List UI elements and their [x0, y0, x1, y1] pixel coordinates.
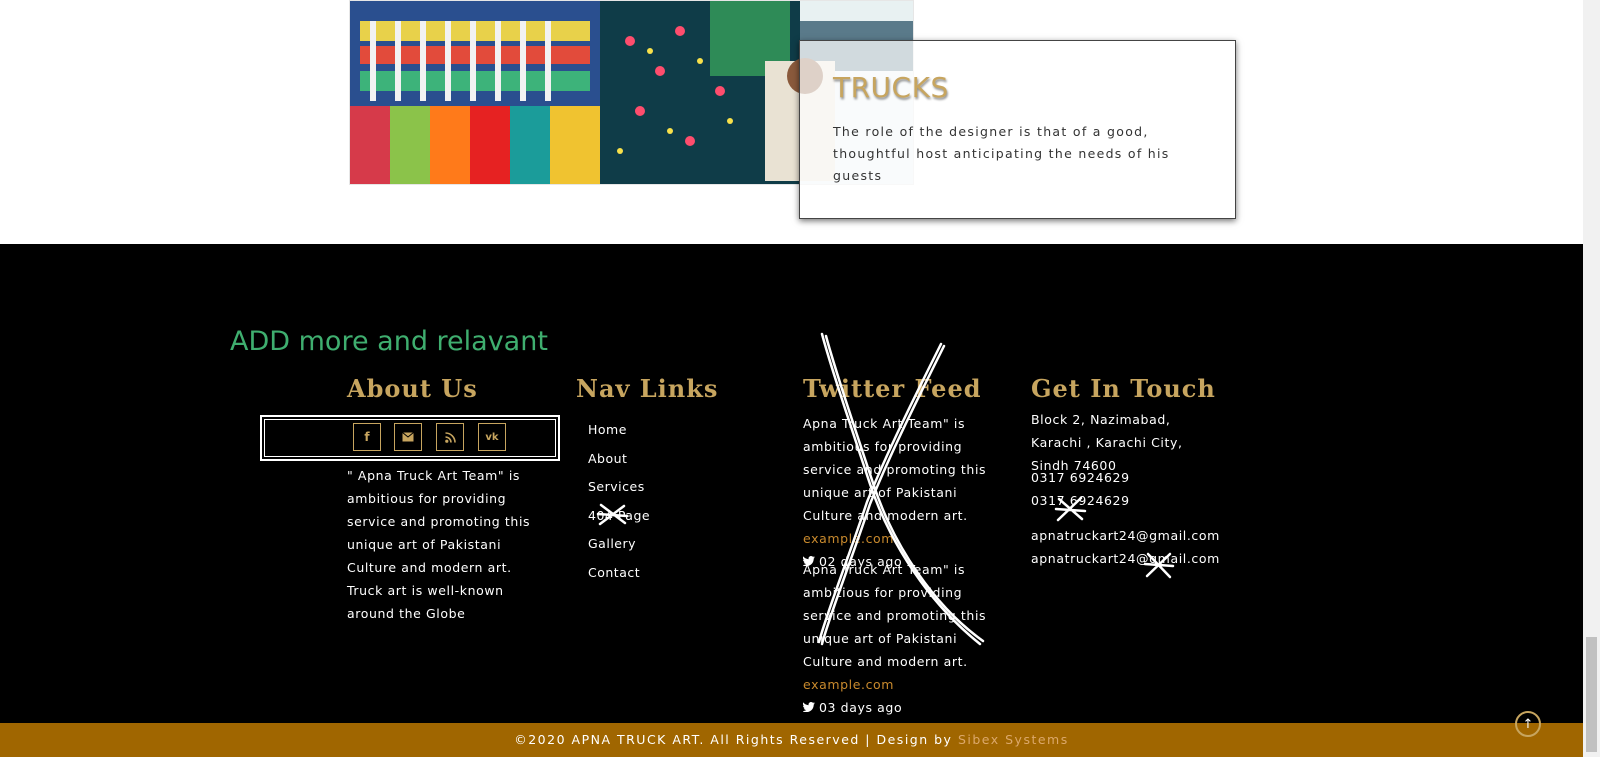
- nav-links-list: Home About Services 404 Page Gallery Con…: [588, 422, 650, 594]
- tweet-text: Apna Truck Art Team" is ambitious for pr…: [803, 416, 987, 523]
- scroll-to-top-button[interactable]: ↑: [1515, 711, 1541, 737]
- scrollbar-thumb[interactable]: [1586, 637, 1597, 752]
- card-description: The role of the designer is that of a go…: [833, 124, 1170, 183]
- tweet-item: Apna Truck Art Team" is ambitious for pr…: [803, 558, 1008, 719]
- footer: ADD more and relavant About Us Nav Links…: [0, 244, 1583, 723]
- about-us-title: About Us: [347, 374, 478, 403]
- tweet-link[interactable]: example.com: [803, 677, 894, 692]
- copyright-bar: ©2020 APNA TRUCK ART. All Rights Reserve…: [0, 723, 1583, 757]
- contact-phone[interactable]: 0317 6924629: [1031, 489, 1130, 512]
- facebook-icon[interactable]: f: [353, 423, 381, 451]
- about-us-text: " Apna Truck Art Team" is ambitious for …: [347, 468, 531, 621]
- page-scrollbar[interactable]: [1583, 0, 1600, 757]
- tweet-text: Apna Truck Art Team" is ambitious for pr…: [803, 562, 987, 669]
- tweet-time: 03 days ago: [803, 696, 1008, 719]
- nav-link-services[interactable]: Services: [588, 479, 650, 508]
- card-title: TRUCKS: [833, 71, 949, 104]
- designer-credit-link[interactable]: Sibex Systems: [958, 732, 1069, 747]
- get-in-touch-title: Get In Touch: [1031, 374, 1216, 403]
- contact-phone[interactable]: 0317 6924629: [1031, 466, 1130, 489]
- arrow-up-icon: ↑: [1522, 716, 1534, 732]
- twitter-feed-title: Twitter Feed: [803, 374, 982, 403]
- vk-icon[interactable]: vk: [478, 423, 506, 451]
- annotation-note: ADD more and relavant: [230, 326, 548, 357]
- nav-link-home[interactable]: Home: [588, 422, 650, 451]
- rss-icon[interactable]: [436, 423, 464, 451]
- nav-links-title: Nav Links: [576, 374, 719, 403]
- contact-email[interactable]: apnatruckart24@gmail.com: [1031, 547, 1220, 570]
- twitter-icon: [803, 702, 815, 712]
- trucks-card: TRUCKS The role of the designer is that …: [799, 40, 1236, 219]
- nav-link-404[interactable]: 404 Page: [588, 508, 650, 537]
- nav-link-gallery[interactable]: Gallery: [588, 536, 650, 565]
- nav-link-contact[interactable]: Contact: [588, 565, 650, 594]
- envelope-icon[interactable]: [394, 423, 422, 451]
- tweet-item: Apna Truck Art Team" is ambitious for pr…: [803, 412, 1008, 573]
- annotation-scribbles: [596, 332, 1175, 646]
- contact-email[interactable]: apnatruckart24@gmail.com: [1031, 524, 1220, 547]
- content-section: TRUCKS The role of the designer is that …: [0, 0, 1583, 244]
- tweet-link[interactable]: example.com: [803, 531, 894, 546]
- social-links-box: f vk: [260, 415, 560, 461]
- nav-link-about[interactable]: About: [588, 451, 650, 480]
- copyright-text: ©2020 APNA TRUCK ART. All Rights Reserve…: [514, 732, 958, 747]
